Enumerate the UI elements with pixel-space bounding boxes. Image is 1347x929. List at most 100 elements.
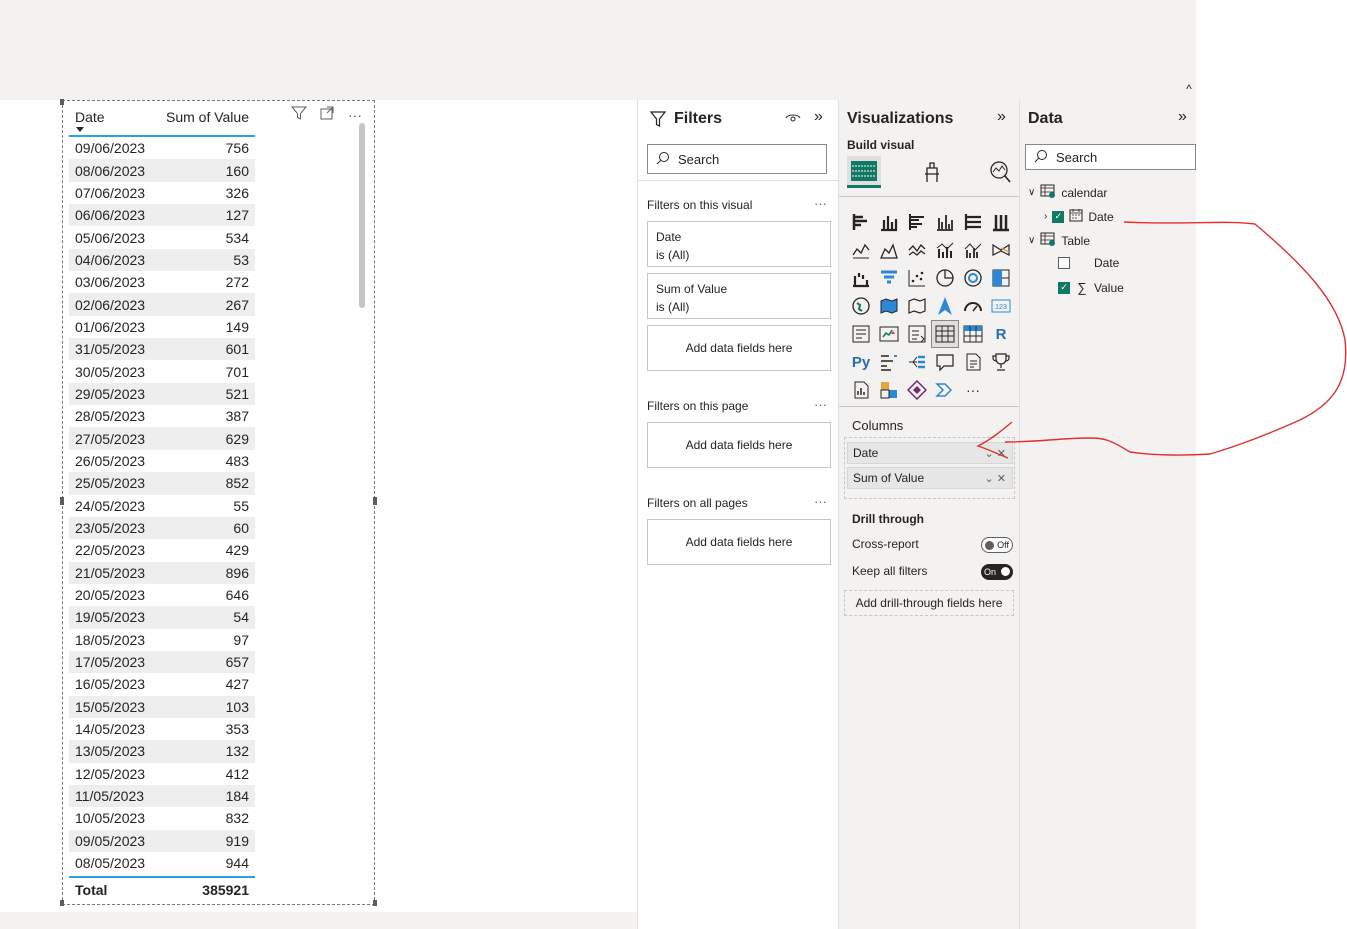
clustered-bar-chart-icon[interactable]	[903, 208, 931, 236]
stacked-bar-chart-icon[interactable]	[847, 208, 875, 236]
table-row[interactable]: 01/06/2023 149	[69, 316, 255, 338]
add-drill-through-drop-zone[interactable]: Add drill-through fields here	[844, 590, 1014, 616]
qa-visual-icon[interactable]	[931, 348, 959, 376]
table-row[interactable]: 16/05/2023 427	[69, 673, 255, 695]
filters-search-input[interactable]: Search	[647, 144, 827, 174]
table-row[interactable]: 28/05/2023 387	[69, 405, 255, 427]
power-apps-icon[interactable]	[875, 376, 903, 404]
chevron-down-icon[interactable]: ∨	[1028, 235, 1035, 246]
field-checkbox[interactable]: ✓	[1052, 210, 1065, 223]
table-visual-icon[interactable]	[931, 320, 959, 348]
table-row[interactable]: 24/05/2023 55	[69, 495, 255, 517]
more-options-icon[interactable]: ···	[814, 494, 827, 509]
filled-map-icon[interactable]	[875, 292, 903, 320]
matrix-icon[interactable]	[959, 320, 987, 348]
scatter-chart-icon[interactable]	[903, 264, 931, 292]
table-visual[interactable]: ··· Date Sum of Value 09/06/2023 756 08/06…	[60, 99, 377, 906]
100-stacked-bar-chart-icon[interactable]	[959, 208, 987, 236]
resize-handle[interactable]	[373, 900, 377, 906]
table-row[interactable]: 13/05/2023 132	[69, 740, 255, 763]
power-automate-flow-icon[interactable]	[931, 376, 959, 404]
filter-card-sum-of-value[interactable]: Sum of Value is (All)	[647, 273, 831, 319]
table-row[interactable]: 07/06/2023 326	[69, 182, 255, 204]
table-row[interactable]: 26/05/2023 483	[69, 450, 255, 472]
chevron-down-remove-icon[interactable]: ⌄ ✕	[985, 447, 1007, 460]
kpi-icon[interactable]	[875, 320, 903, 348]
table-row[interactable]: 18/05/2023 97	[69, 629, 255, 651]
table-row[interactable]: 09/06/2023 756	[69, 137, 255, 159]
column-header-sum-of-value[interactable]: Sum of Value	[159, 107, 255, 125]
slicer-icon[interactable]	[903, 320, 931, 348]
table-row[interactable]: 25/05/2023 852	[69, 472, 255, 495]
line-chart-icon[interactable]	[847, 236, 875, 264]
table-row[interactable]: 06/06/2023 127	[69, 204, 255, 227]
more-visuals-icon[interactable]: ···	[959, 376, 987, 404]
stacked-area-chart-icon[interactable]	[903, 236, 931, 264]
more-options-icon[interactable]: ···	[346, 107, 364, 123]
field-table-date[interactable]: Date	[1058, 256, 1119, 270]
format-visual-tab[interactable]	[915, 156, 949, 188]
map-icon[interactable]	[847, 292, 875, 320]
table-row[interactable]: 30/05/2023 701	[69, 360, 255, 382]
table-row[interactable]: 21/05/2023 896	[69, 561, 255, 584]
paginated-report-icon[interactable]	[847, 376, 875, 404]
table-row[interactable]: 22/05/2023 429	[69, 539, 255, 561]
ribbon-collapse-icon[interactable]: ^	[1183, 82, 1195, 96]
filter-card-date[interactable]: Date is (All)	[647, 221, 831, 267]
table-row[interactable]: 19/05/2023 54	[69, 606, 255, 629]
build-visual-tab[interactable]	[847, 156, 881, 188]
field-checkbox[interactable]: ✓	[1058, 281, 1070, 294]
filter-icon[interactable]	[290, 105, 308, 124]
smart-narrative-icon[interactable]	[959, 348, 987, 376]
resize-handle[interactable]	[60, 99, 64, 105]
cross-report-toggle[interactable]: Off	[981, 537, 1013, 553]
power-automate-icon[interactable]	[903, 376, 931, 404]
more-options-icon[interactable]: ···	[814, 196, 827, 211]
card-icon[interactable]: 123	[987, 292, 1015, 320]
r-script-visual-icon[interactable]: R	[987, 320, 1015, 348]
table-row[interactable]: 09/05/2023 919	[69, 829, 255, 852]
table-row[interactable]: 03/06/2023 272	[69, 271, 255, 293]
table-row[interactable]: 11/05/2023 184	[69, 784, 255, 808]
key-influencers-icon[interactable]	[875, 348, 903, 376]
collapse-visualizations-icon[interactable]: »	[997, 108, 1006, 126]
table-row[interactable]: 29/05/2023 521	[69, 382, 255, 406]
line-and-clustered-column-icon[interactable]	[959, 236, 987, 264]
table-row[interactable]: 31/05/2023 601	[69, 338, 255, 361]
chevron-down-remove-icon[interactable]: ⌄ ✕	[985, 472, 1007, 485]
table-row[interactable]: 15/05/2023 103	[69, 695, 255, 718]
collapse-filters-icon[interactable]: »	[814, 108, 823, 126]
chevron-down-icon[interactable]: ∨	[1028, 187, 1035, 198]
eye-icon[interactable]	[785, 110, 801, 131]
columns-well-item-date[interactable]: Date ⌄ ✕	[847, 442, 1013, 464]
resize-handle[interactable]	[60, 497, 64, 505]
add-visual-filter-drop-zone[interactable]: Add data fields here	[647, 325, 831, 371]
column-header-date[interactable]: Date	[69, 107, 159, 125]
add-report-filter-drop-zone[interactable]: Add data fields here	[647, 519, 831, 565]
decomposition-tree-icon[interactable]	[903, 348, 931, 376]
table-row[interactable]: 10/05/2023 832	[69, 807, 255, 829]
donut-chart-icon[interactable]	[959, 264, 987, 292]
table-row[interactable]: 08/06/2023 160	[69, 159, 255, 182]
table-row[interactable]: 23/05/2023 60	[69, 516, 255, 540]
keep-all-filters-toggle[interactable]: On	[981, 564, 1013, 580]
ribbon-chart-icon[interactable]	[987, 236, 1015, 264]
table-node-table[interactable]: ∨ Table	[1028, 232, 1090, 249]
100-stacked-column-chart-icon[interactable]	[987, 208, 1015, 236]
field-table-value[interactable]: ✓ ∑ Value	[1058, 280, 1124, 295]
chevron-right-icon[interactable]: ›	[1044, 211, 1047, 222]
table-row[interactable]: 02/06/2023 267	[69, 293, 255, 316]
metrics-trophy-icon[interactable]	[987, 348, 1015, 376]
resize-handle[interactable]	[60, 900, 64, 906]
table-row[interactable]: 14/05/2023 353	[69, 718, 255, 740]
table-row[interactable]: 12/05/2023 412	[69, 763, 255, 785]
stacked-column-chart-icon[interactable]	[875, 208, 903, 236]
table-row[interactable]: 20/05/2023 646	[69, 584, 255, 606]
table-scrollbar[interactable]	[359, 123, 365, 308]
line-and-stacked-column-icon[interactable]	[931, 236, 959, 264]
pie-chart-icon[interactable]	[931, 264, 959, 292]
treemap-icon[interactable]	[987, 264, 1015, 292]
area-chart-icon[interactable]	[875, 236, 903, 264]
waterfall-chart-icon[interactable]	[847, 264, 875, 292]
gauge-icon[interactable]	[959, 292, 987, 320]
